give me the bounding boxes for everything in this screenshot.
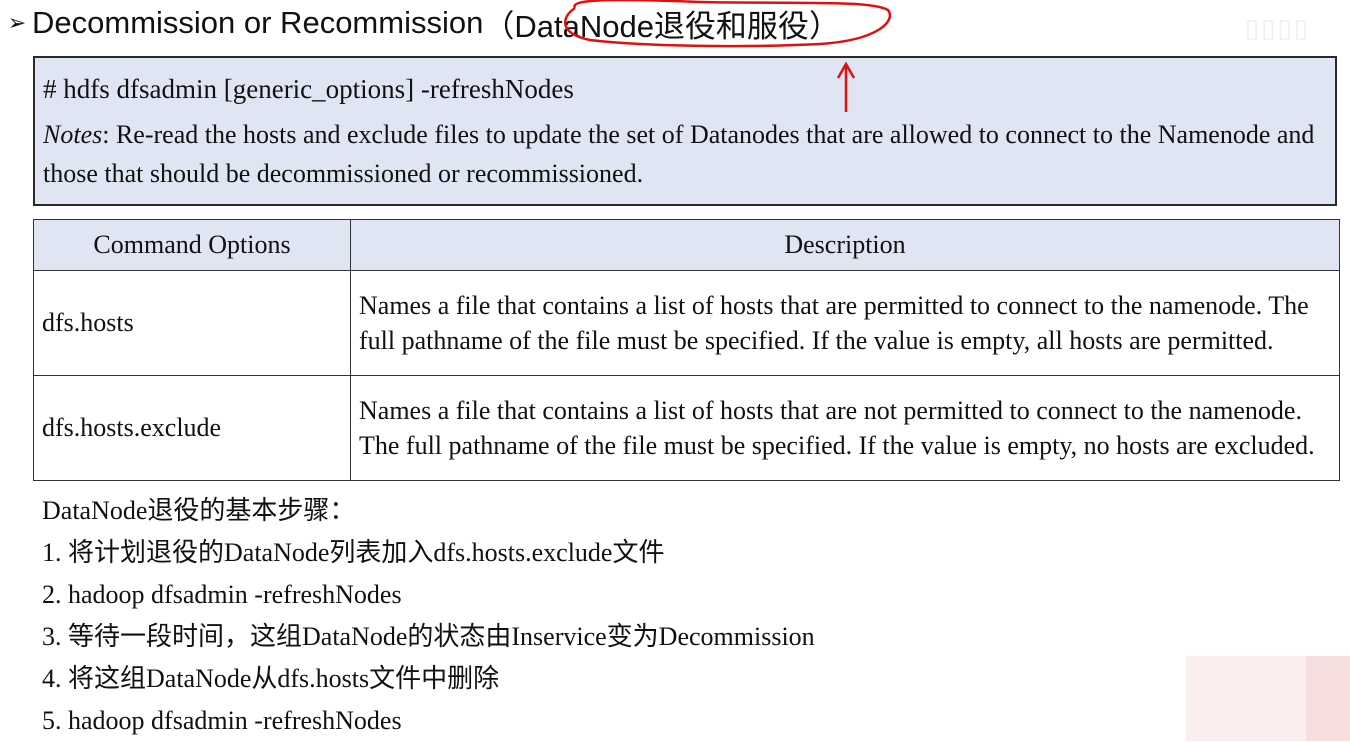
watermark-logo: ▯▯▯▯ [1244,14,1310,44]
table-header-row: Command Options Description [33,219,1340,271]
option-cell: dfs.hosts.exclude [33,375,351,481]
arrow-bullet-icon: ➢ [7,10,27,35]
heading-paren-open: （ [483,8,515,45]
slide-heading: ➢ Decommission or Recommission （ DataNod… [0,0,1180,46]
step-item: 1. 将计划退役的DataNode列表加入dfs.hosts.exclude文件 [42,538,665,567]
notes-label: Notes [43,120,103,149]
heading-highlight: DataNode退役和服役 [514,8,809,44]
notes-text: : Re-read the hosts and exclude files to… [43,120,1315,188]
heading-title: Decommission or Recommission [32,5,484,40]
heading-paren-close: ） [808,8,840,45]
steps-title: DataNode退役的基本步骤： [42,496,356,525]
step-item: 3. 等待一段时间，这组DataNode的状态由Inservice变为Decom… [42,622,815,651]
notes-paragraph: Notes: Re-read the hosts and exclude fil… [43,115,1325,193]
table-header-options: Command Options [33,219,351,271]
description-cell: Names a file that contains a list of hos… [350,375,1340,481]
table-row: dfs.hosts Names a file that contains a l… [33,270,1340,376]
table-header-description: Description [350,219,1340,271]
options-table: Command Options Description dfs.hosts Na… [33,219,1340,481]
step-item: 4. 将这组DataNode从dfs.hosts文件中删除 [42,664,500,693]
command-text: # hdfs dfsadmin [generic_options] -refre… [43,74,574,104]
option-cell: dfs.hosts [33,270,351,376]
command-box: # hdfs dfsadmin [generic_options] -refre… [33,56,1337,206]
step-item: 2. hadoop dfsadmin -refreshNodes [42,580,402,609]
corner-decoration-strip [1306,656,1350,741]
table-row: dfs.hosts.exclude Names a file that cont… [33,375,1340,481]
description-cell: Names a file that contains a list of hos… [350,270,1340,376]
step-item: 5. hadoop dfsadmin -refreshNodes [42,706,402,735]
steps-list: DataNode退役的基本步骤： 1. 将计划退役的DataNode列表加入df… [42,490,815,742]
